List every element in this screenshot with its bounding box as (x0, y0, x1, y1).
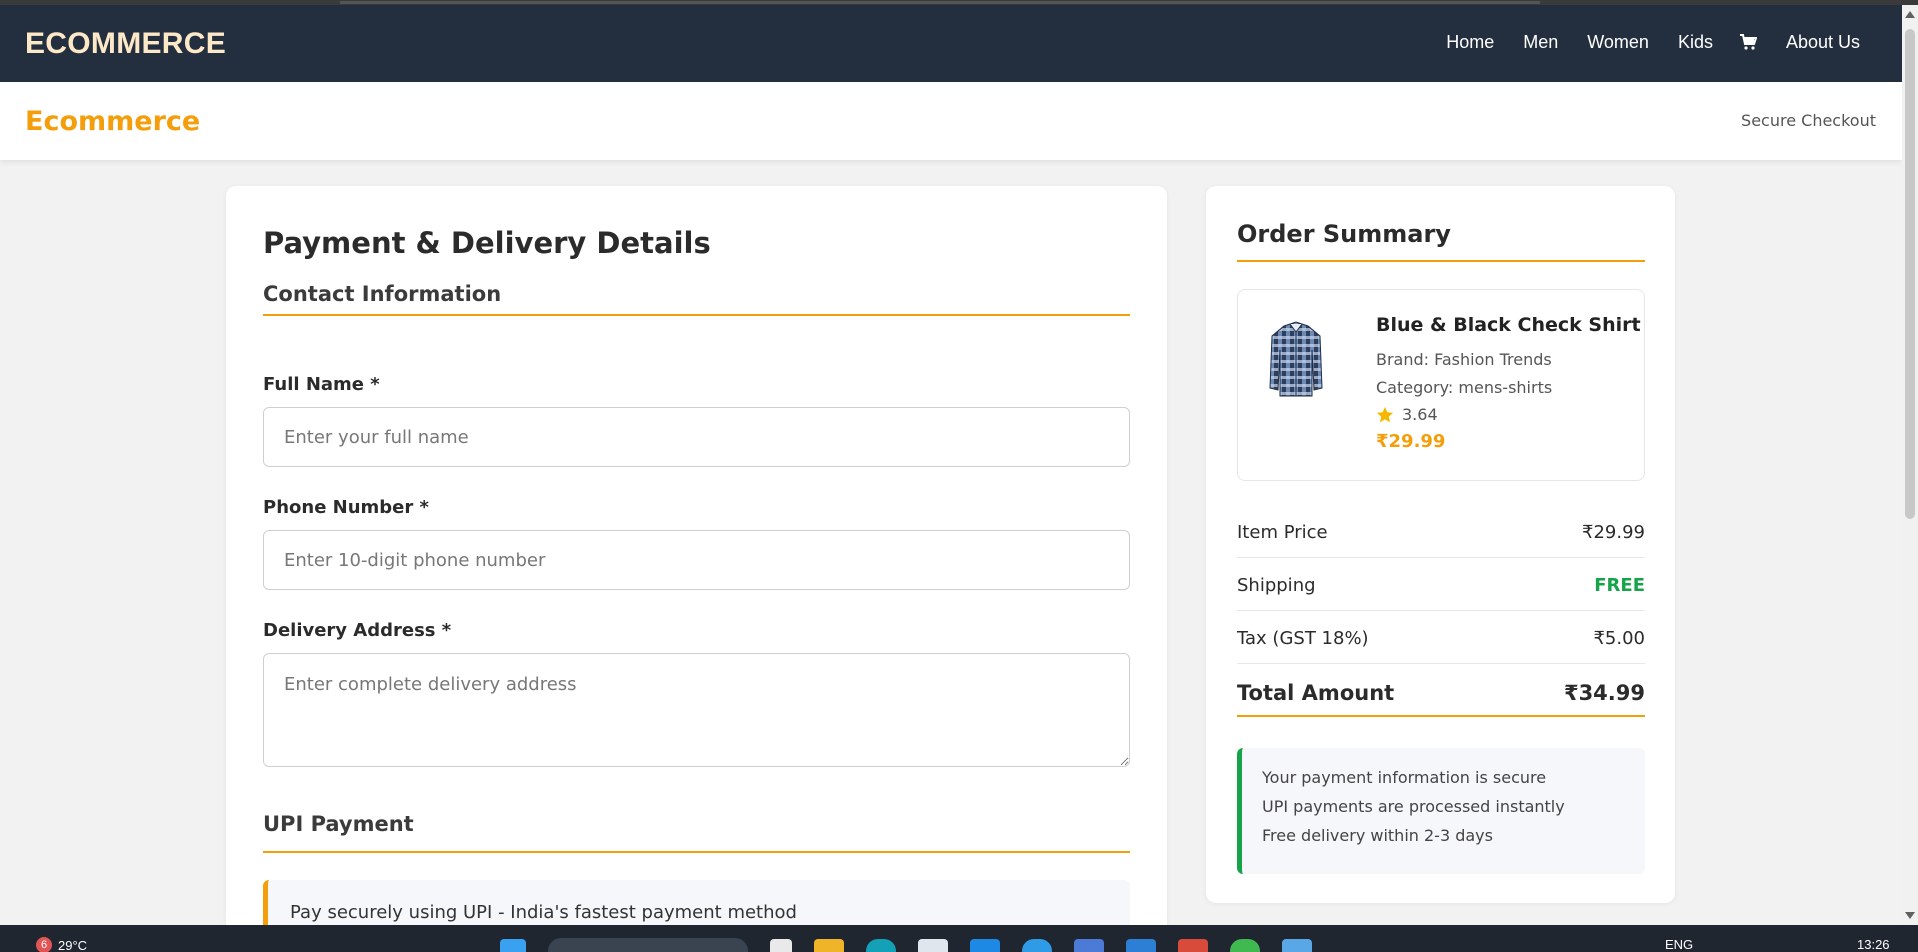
nav-link-about[interactable]: About Us (1786, 32, 1860, 53)
star-icon (1376, 406, 1394, 422)
contact-section-divider (263, 314, 1130, 316)
total-label: Total Amount (1237, 681, 1395, 705)
order-summary-card: Order Summary Blue & Black Check Shirt B… (1206, 186, 1675, 903)
page-load-strip (340, 1, 1540, 4)
box-icon[interactable] (1074, 939, 1104, 952)
full-name-input[interactable] (263, 407, 1130, 467)
order-summary-title: Order Summary (1237, 220, 1451, 248)
nav-link-women[interactable]: Women (1587, 32, 1649, 53)
product-price: ₹29.99 (1376, 431, 1446, 452)
security-info-box: Your payment information is secure UPI p… (1237, 748, 1645, 874)
upi-note-text: Pay securely using UPI - India's fastest… (290, 902, 797, 923)
shipping-value: FREE (1594, 575, 1645, 596)
product-rating-value: 3.64 (1402, 405, 1438, 424)
nav-links: Home Men Women Kids About Us (1417, 32, 1860, 53)
page-title: Payment & Delivery Details (263, 226, 711, 260)
language-indicator[interactable]: ENG (1665, 937, 1693, 952)
navbar-brand[interactable]: ECOMMERCE (25, 27, 226, 61)
main-navbar: ECOMMERCE Home Men Women Kids About Us (0, 5, 1902, 82)
upi-section-divider (263, 851, 1130, 853)
item-price-value: ₹29.99 (1582, 522, 1645, 543)
temperature-text: 29°C (58, 937, 88, 952)
nav-link-kids[interactable]: Kids (1678, 32, 1713, 53)
payment-form-card: Payment & Delivery Details Contact Infor… (226, 186, 1167, 952)
cart-icon[interactable] (1739, 33, 1758, 51)
info-line-upi: UPI payments are processed instantly (1262, 797, 1565, 816)
folder-icon[interactable] (814, 939, 844, 952)
vscode-icon[interactable] (1126, 939, 1156, 952)
windows-start-icon[interactable] (500, 939, 526, 952)
checkout-brand[interactable]: Ecommerce (25, 106, 200, 137)
scrollbar-thumb[interactable] (1905, 29, 1915, 519)
info-line-secure: Your payment information is secure (1262, 768, 1547, 787)
contact-section-title: Contact Information (263, 282, 502, 306)
order-summary-divider (1237, 260, 1645, 262)
address-textarea[interactable] (263, 653, 1130, 767)
summary-row-shipping: Shipping FREE (1237, 558, 1645, 611)
address-label: Delivery Address * (263, 620, 452, 641)
shirt-product-image (1266, 320, 1326, 400)
app-icon[interactable] (970, 939, 1000, 952)
scroll-up-arrow-icon[interactable] (1905, 11, 1915, 18)
weather-badge: 6 (36, 937, 52, 952)
info-line-delivery: Free delivery within 2-3 days (1262, 826, 1493, 845)
product-brand: Brand: Fashion Trends (1376, 350, 1552, 369)
shipping-label: Shipping (1237, 575, 1316, 596)
summary-row-tax: Tax (GST 18%) ₹5.00 (1237, 611, 1645, 664)
total-value: ₹34.99 (1563, 681, 1645, 705)
product-card: Blue & Black Check Shirt Brand: Fashion … (1237, 289, 1645, 481)
secure-checkout-label: Secure Checkout (1741, 111, 1876, 130)
nav-link-men[interactable]: Men (1523, 32, 1558, 53)
edge-browser-icon[interactable] (866, 939, 896, 952)
notepad-icon[interactable] (1282, 939, 1312, 952)
full-name-label: Full Name * (263, 374, 380, 395)
checkout-header: Ecommerce Secure Checkout (0, 82, 1902, 160)
tax-value: ₹5.00 (1593, 628, 1645, 649)
product-name: Blue & Black Check Shirt (1376, 314, 1641, 336)
item-price-label: Item Price (1237, 522, 1328, 543)
taskbar-apps (500, 938, 1312, 952)
page-scrollbar[interactable] (1902, 5, 1918, 925)
nav-link-home[interactable]: Home (1446, 32, 1494, 53)
summary-row-total: Total Amount ₹34.99 (1237, 664, 1645, 717)
file-icon[interactable] (770, 939, 792, 952)
whatsapp-icon[interactable] (1230, 939, 1260, 952)
tax-label: Tax (GST 18%) (1237, 628, 1369, 649)
taskbar-search-box[interactable] (548, 938, 748, 952)
chrome-icon[interactable] (1022, 939, 1052, 952)
brave-browser-icon[interactable] (1178, 939, 1208, 952)
summary-row-item-price: Item Price ₹29.99 (1237, 505, 1645, 558)
product-category: Category: mens-shirts (1376, 378, 1553, 397)
upi-section-title: UPI Payment (263, 812, 414, 836)
phone-input[interactable] (263, 530, 1130, 590)
scroll-down-arrow-icon[interactable] (1905, 912, 1915, 919)
product-rating: 3.64 (1376, 405, 1438, 424)
weather-widget[interactable]: 6 29°C (36, 937, 87, 952)
clock-text[interactable]: 13:26 (1857, 937, 1890, 952)
store-icon[interactable] (918, 939, 948, 952)
os-taskbar: 6 29°C ENG 13:26 (0, 925, 1918, 952)
phone-label: Phone Number * (263, 497, 429, 518)
